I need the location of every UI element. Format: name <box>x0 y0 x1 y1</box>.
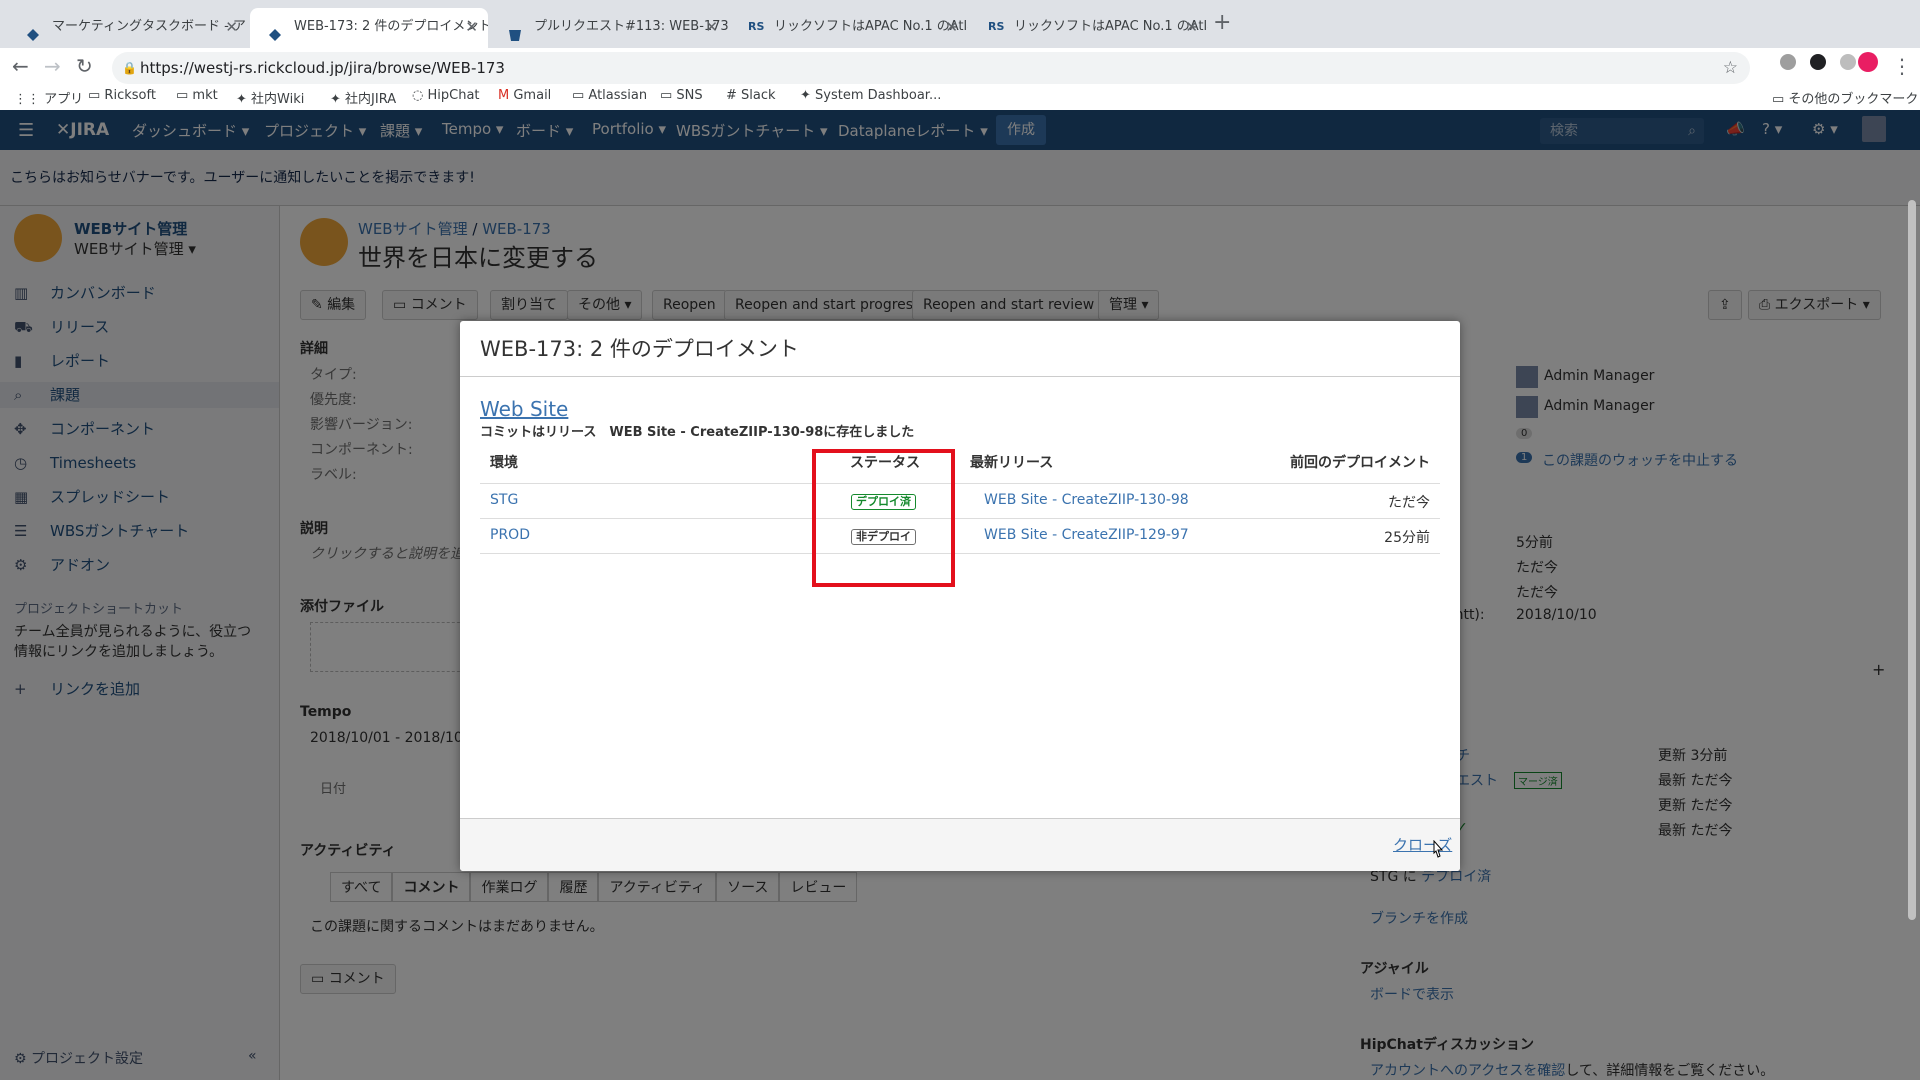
profile-avatar[interactable] <box>1858 52 1878 72</box>
column-header-environment: 環境 <box>490 455 518 471</box>
close-tab-icon[interactable]: ✕ <box>705 8 718 46</box>
close-tab-icon[interactable]: ✕ <box>465 8 478 46</box>
env-link-prod[interactable]: PROD <box>490 527 530 543</box>
browser-tab[interactable]: マーケティングタスクボード - ア ✕ <box>8 8 248 48</box>
bookmark-folder[interactable]: ▭ Atlassian <box>572 88 647 103</box>
dialog-footer <box>460 818 1460 871</box>
env-link-stg[interactable]: STG <box>490 492 518 508</box>
extension-icon[interactable] <box>1810 54 1826 70</box>
reload-icon[interactable]: ↻ <box>76 54 93 78</box>
lock-icon: 🔒 <box>122 61 137 75</box>
column-header-latest-release: 最新リリース <box>970 455 1054 471</box>
row-divider <box>480 518 1440 519</box>
ricksoft-favicon-icon: RS <box>748 20 765 33</box>
site-link[interactable]: Web Site <box>480 397 568 421</box>
row-divider <box>480 483 1440 484</box>
bookmark-folder[interactable]: ▭ その他のブックマーク <box>1772 88 1918 107</box>
back-icon[interactable]: ← <box>12 54 29 78</box>
release-link[interactable]: WEB Site - CreateZIIP-129-97 <box>984 527 1189 543</box>
browser-tab-active[interactable]: WEB-173: 2 件のデプロイメント ✕ <box>250 8 488 48</box>
close-tab-icon[interactable]: ✕ <box>225 8 238 46</box>
bookmark-link[interactable]: ◌ HipChat <box>412 88 480 103</box>
last-deployment-time: ただ今 <box>1388 495 1430 511</box>
deployments-dialog: WEB-173: 2 件のデプロイメント Web Site コミットはリリース … <box>460 321 1460 871</box>
mouse-cursor-icon <box>1430 839 1444 860</box>
bookmark-link[interactable]: M Gmail <box>498 88 551 103</box>
extension-icon[interactable] <box>1780 54 1796 70</box>
jira-favicon-icon <box>268 20 282 41</box>
forward-icon[interactable]: → <box>44 54 61 78</box>
bookmark-link[interactable]: ✦ System Dashboar... <box>800 88 941 103</box>
close-tab-icon[interactable]: ✕ <box>945 8 958 46</box>
column-header-last-deployment: 前回のデプロイメント <box>1290 455 1430 471</box>
new-tab-icon[interactable]: + <box>1213 10 1231 35</box>
release-link[interactable]: WEB Site - CreateZIIP-130-98 <box>984 492 1189 508</box>
browser-tab[interactable]: RS リックソフトはAPAC No.1 のAtla ✕ <box>730 8 968 48</box>
address-bar-row: ← → ↻ 🔒 https://westj-rs.rickcloud.jp/ji… <box>0 48 1920 88</box>
browser-tab-bar: マーケティングタスクボード - ア ✕ WEB-173: 2 件のデプロイメント… <box>0 0 1920 48</box>
close-tab-icon[interactable]: ✕ <box>1185 8 1198 46</box>
row-divider <box>480 553 1440 554</box>
apps-icon[interactable]: ⋮⋮ アプリ <box>14 88 83 107</box>
bitbucket-favicon-icon <box>508 20 522 41</box>
commit-note: コミットはリリース WEB Site - CreateZIIP-130-98に存… <box>480 425 915 440</box>
extension-icon[interactable] <box>1840 54 1856 70</box>
url-input[interactable]: 🔒 https://westj-rs.rickcloud.jp/jira/bro… <box>112 52 1750 84</box>
last-deployment-time: 25分前 <box>1384 530 1430 546</box>
page-scrollbar[interactable] <box>1908 200 1916 920</box>
status-column-highlight <box>812 449 955 587</box>
ricksoft-favicon-icon: RS <box>988 20 1005 33</box>
bookmark-star-icon[interactable]: ☆ <box>1723 52 1738 84</box>
browser-menu-icon[interactable]: ⋮ <box>1892 54 1912 78</box>
dialog-title: WEB-173: 2 件のデプロイメント <box>460 321 1460 377</box>
bookmark-folder[interactable]: ▭ Ricksoft <box>88 88 156 103</box>
bookmarks-bar: ⋮⋮ アプリ ▭ Ricksoft ▭ mkt ✦ 社内Wiki ✦ 社内JIR… <box>0 88 1920 110</box>
bookmark-link[interactable]: # Slack <box>726 88 776 103</box>
bookmark-folder[interactable]: ▭ mkt <box>176 88 218 103</box>
browser-tab[interactable]: プルリクエスト#113: WEB-173 - ✕ <box>490 8 728 48</box>
bookmark-link[interactable]: ✦ 社内JIRA <box>330 88 396 107</box>
bookmark-link[interactable]: ✦ 社内Wiki <box>236 88 304 107</box>
bookmark-folder[interactable]: ▭ SNS <box>660 88 703 103</box>
jira-favicon-icon <box>26 20 40 41</box>
browser-tab[interactable]: RS リックソフトはAPAC No.1 のAtla ✕ <box>970 8 1208 48</box>
